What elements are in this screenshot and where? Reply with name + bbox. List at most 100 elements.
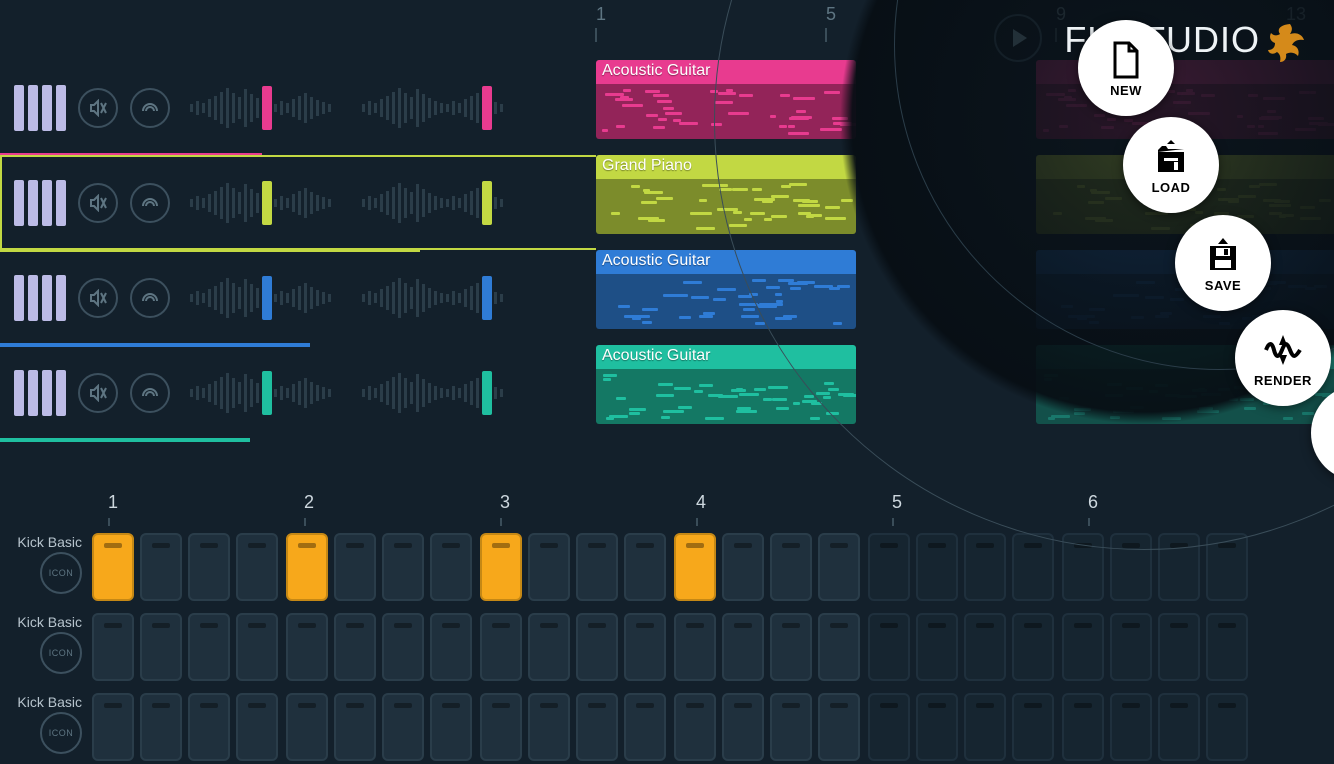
render-button[interactable]: RENDER — [1235, 310, 1331, 406]
step-cell[interactable] — [92, 693, 134, 761]
step-cell[interactable] — [1206, 533, 1248, 601]
step-cell[interactable] — [382, 533, 424, 601]
track-slider[interactable] — [362, 368, 512, 418]
step-cell[interactable] — [1110, 613, 1152, 681]
track-slider[interactable] — [190, 178, 340, 228]
step-cell[interactable] — [674, 613, 716, 681]
track-slider[interactable] — [190, 368, 340, 418]
step-cell[interactable] — [382, 613, 424, 681]
step-cell[interactable] — [964, 613, 1006, 681]
step-cell[interactable] — [1206, 613, 1248, 681]
step-cell[interactable] — [818, 693, 860, 761]
solo-button[interactable] — [130, 183, 170, 223]
step-cell[interactable] — [1158, 533, 1200, 601]
step-cell[interactable] — [430, 693, 472, 761]
channel-icon-button[interactable]: ICON — [40, 712, 82, 754]
step-cell[interactable] — [674, 693, 716, 761]
step-cell[interactable] — [286, 693, 328, 761]
channel-icon-button[interactable]: ICON — [40, 632, 82, 674]
step-cell[interactable] — [770, 533, 812, 601]
track-row[interactable]: Acoustic Guitar — [0, 250, 1334, 345]
step-cell[interactable] — [868, 693, 910, 761]
step-cell[interactable] — [722, 613, 764, 681]
track-slider[interactable] — [190, 273, 340, 323]
step-cell[interactable] — [1012, 613, 1054, 681]
step-cell[interactable] — [528, 613, 570, 681]
solo-button[interactable] — [130, 278, 170, 318]
mute-button[interactable] — [78, 88, 118, 128]
step-cell[interactable] — [722, 533, 764, 601]
mute-button[interactable] — [78, 373, 118, 413]
step-cell[interactable] — [624, 613, 666, 681]
step-cell[interactable] — [528, 533, 570, 601]
step-cell[interactable] — [1158, 613, 1200, 681]
piano-keys-icon[interactable] — [14, 85, 66, 131]
step-cell[interactable] — [140, 613, 182, 681]
solo-button[interactable] — [130, 373, 170, 413]
step-cell[interactable] — [92, 533, 134, 601]
step-cell[interactable] — [964, 693, 1006, 761]
step-cell[interactable] — [188, 613, 230, 681]
step-cell[interactable] — [1012, 693, 1054, 761]
step-cell[interactable] — [674, 533, 716, 601]
step-cell[interactable] — [236, 613, 278, 681]
step-cell[interactable] — [92, 613, 134, 681]
step-cell[interactable] — [624, 693, 666, 761]
step-cell[interactable] — [480, 693, 522, 761]
step-cell[interactable] — [528, 693, 570, 761]
new-button[interactable]: NEW — [1078, 20, 1174, 116]
step-cell[interactable] — [770, 613, 812, 681]
step-cell[interactable] — [286, 613, 328, 681]
step-cell[interactable] — [722, 693, 764, 761]
mute-button[interactable] — [78, 278, 118, 318]
save-button[interactable]: SAVE — [1175, 215, 1271, 311]
step-cell[interactable] — [430, 533, 472, 601]
timeline-ruler[interactable]: 15913 — [596, 0, 1334, 42]
sequencer-channel-label[interactable]: Kick BasicICON — [0, 530, 92, 604]
piano-keys-icon[interactable] — [14, 180, 66, 226]
step-cell[interactable] — [188, 693, 230, 761]
step-cell[interactable] — [818, 613, 860, 681]
step-cell[interactable] — [236, 693, 278, 761]
step-cell[interactable] — [140, 533, 182, 601]
step-cell[interactable] — [334, 693, 376, 761]
piano-keys-icon[interactable] — [14, 370, 66, 416]
step-cell[interactable] — [1062, 613, 1104, 681]
step-cell[interactable] — [1110, 533, 1152, 601]
track-slider[interactable] — [362, 178, 512, 228]
step-cell[interactable] — [868, 613, 910, 681]
solo-button[interactable] — [130, 88, 170, 128]
step-cell[interactable] — [868, 533, 910, 601]
track-row[interactable]: Acoustic Guitar — [0, 345, 1334, 440]
step-cell[interactable] — [286, 533, 328, 601]
step-cell[interactable] — [140, 693, 182, 761]
track-slider[interactable] — [190, 83, 340, 133]
step-cell[interactable] — [916, 613, 958, 681]
sequencer-channel-label[interactable]: Kick BasicICON — [0, 610, 92, 684]
mute-button[interactable] — [78, 183, 118, 223]
step-cell[interactable] — [818, 533, 860, 601]
step-cell[interactable] — [382, 693, 424, 761]
sequencer-channel-label[interactable]: Kick BasicICON — [0, 690, 92, 764]
step-cell[interactable] — [576, 693, 618, 761]
step-cell[interactable] — [1062, 693, 1104, 761]
step-cell[interactable] — [480, 613, 522, 681]
step-cell[interactable] — [916, 533, 958, 601]
step-cell[interactable] — [480, 533, 522, 601]
step-cell[interactable] — [624, 533, 666, 601]
step-cell[interactable] — [1110, 693, 1152, 761]
track-slider[interactable] — [362, 83, 512, 133]
load-button[interactable]: LOAD — [1123, 117, 1219, 213]
step-cell[interactable] — [576, 533, 618, 601]
step-cell[interactable] — [236, 533, 278, 601]
step-cell[interactable] — [916, 693, 958, 761]
step-cell[interactable] — [1206, 693, 1248, 761]
piano-keys-icon[interactable] — [14, 275, 66, 321]
step-cell[interactable] — [770, 693, 812, 761]
channel-icon-button[interactable]: ICON — [40, 552, 82, 594]
track-slider[interactable] — [362, 273, 512, 323]
step-cell[interactable] — [1158, 693, 1200, 761]
step-cell[interactable] — [430, 613, 472, 681]
step-cell[interactable] — [964, 533, 1006, 601]
step-cell[interactable] — [334, 533, 376, 601]
